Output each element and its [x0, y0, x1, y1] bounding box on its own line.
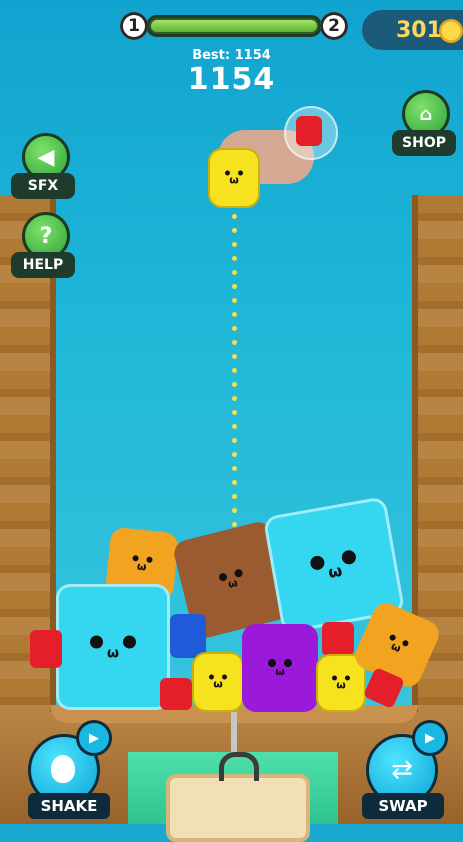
active-piece-yellow[interactable]: ω: [208, 148, 260, 208]
aim-dot: [232, 312, 237, 317]
coin-value: 301: [396, 18, 442, 43]
next-level-badge: 2: [320, 12, 348, 40]
aim-dot: [232, 424, 237, 429]
aim-dot: [232, 410, 237, 415]
aim-dot: [232, 452, 237, 457]
aim-dot: [232, 368, 237, 373]
block-red-small: [30, 630, 62, 668]
aim-dot: [232, 438, 237, 443]
video-ad-icon: ▶: [76, 720, 112, 756]
block-purple: ω: [242, 624, 318, 712]
aim-dot: [232, 228, 237, 233]
aim-dot: [232, 214, 237, 219]
aim-dot: [232, 396, 237, 401]
aim-dot: [232, 270, 237, 275]
aim-dot: [232, 242, 237, 247]
shop-button[interactable]: SHOP: [392, 130, 456, 156]
video-ad-icon: ▶: [412, 720, 448, 756]
aim-dot: [232, 256, 237, 261]
aim-dot: [232, 326, 237, 331]
aim-dot: [232, 284, 237, 289]
claw-stem: [231, 712, 237, 756]
aim-dot: [232, 508, 237, 513]
block-blue: [170, 614, 206, 658]
aim-dot: [232, 466, 237, 471]
current-score: 1154: [187, 62, 276, 97]
swap-button[interactable]: SWAP: [362, 793, 444, 819]
block-red-2: [322, 622, 354, 656]
aim-dot: [232, 382, 237, 387]
level-progress-bar: [146, 15, 322, 37]
sfx-button[interactable]: SFX: [11, 173, 75, 199]
block-cyan: ω: [56, 584, 170, 710]
aim-dot: [232, 354, 237, 359]
next-piece-red: [296, 116, 322, 146]
aim-dot: [232, 298, 237, 303]
help-button[interactable]: HELP: [11, 252, 75, 278]
level-progress-fill: [151, 20, 317, 32]
coin-icon: [439, 19, 463, 43]
current-level-badge: 1: [120, 12, 148, 40]
aim-dot: [232, 494, 237, 499]
block-red: [160, 678, 192, 710]
claw-icon: [219, 752, 259, 781]
shake-button[interactable]: SHAKE: [28, 793, 110, 819]
block-yellow: ω: [192, 652, 244, 712]
best-score: Best: 1154: [192, 48, 271, 63]
aim-dot: [232, 480, 237, 485]
aim-dot: [232, 340, 237, 345]
collection-tray: [166, 774, 310, 842]
